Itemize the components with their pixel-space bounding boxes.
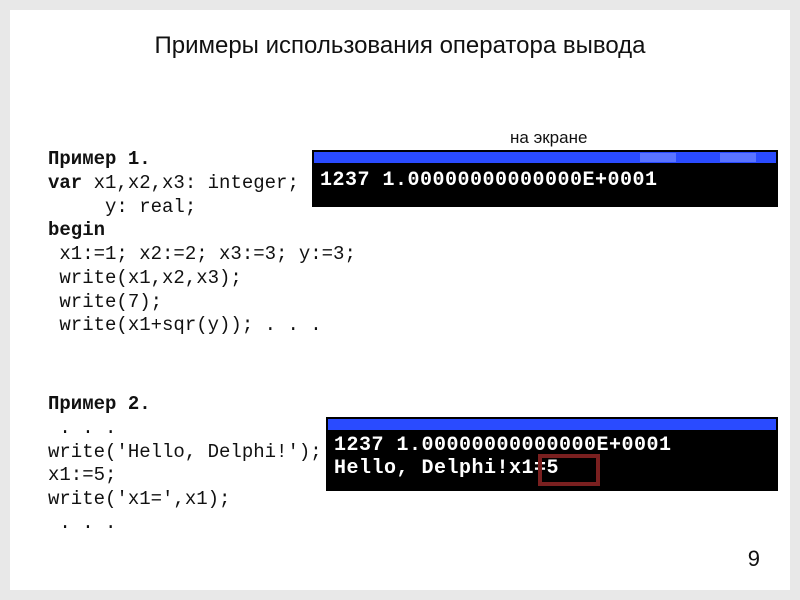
console1-titlebar xyxy=(314,152,776,165)
code1-line1: x1:=1; x2:=2; x3:=3; y:=3; xyxy=(48,243,356,265)
code-example-2: Пример 2. . . . write('Hello, Delphi!');… xyxy=(48,393,322,536)
console2-titlebar xyxy=(328,419,776,432)
console2-line1: 1237 1.00000000000000E+0001 xyxy=(334,434,672,457)
console1-body: 1237 1.00000000000000E+0001 xyxy=(314,165,776,205)
example2-header: Пример 2. xyxy=(48,393,151,415)
code2-line2: write('Hello, Delphi!'); xyxy=(48,441,322,463)
code2-line1: . . . xyxy=(48,417,116,439)
var-decl-2: y: real; xyxy=(48,196,196,218)
var-keyword: var xyxy=(48,172,82,194)
screen-label: на экране xyxy=(510,128,587,148)
code-example-1: Пример 1. var x1,x2,x3: integer; y: real… xyxy=(48,148,356,338)
code2-line3: x1:=5; xyxy=(48,464,116,486)
highlight-box xyxy=(538,454,600,486)
code2-line4: write('x1=',x1); xyxy=(48,488,230,510)
slide-title: Примеры использования оператора вывода xyxy=(10,32,790,60)
begin-keyword: begin xyxy=(48,219,105,241)
slide: Примеры использования оператора вывода н… xyxy=(10,10,790,590)
code2-line5: . . . xyxy=(48,512,116,534)
console2-line2: Hello, Delphi!x1=5 xyxy=(334,457,559,480)
code1-line4: write(x1+sqr(y)); . . . xyxy=(48,314,322,336)
console-output-1: 1237 1.00000000000000E+0001 xyxy=(312,150,778,207)
var-decl-1: x1,x2,x3: integer; xyxy=(82,172,299,194)
slide-number: 9 xyxy=(748,546,760,572)
code1-line3: write(7); xyxy=(48,291,162,313)
code1-line2: write(x1,x2,x3); xyxy=(48,267,242,289)
example1-header: Пример 1. xyxy=(48,148,151,170)
